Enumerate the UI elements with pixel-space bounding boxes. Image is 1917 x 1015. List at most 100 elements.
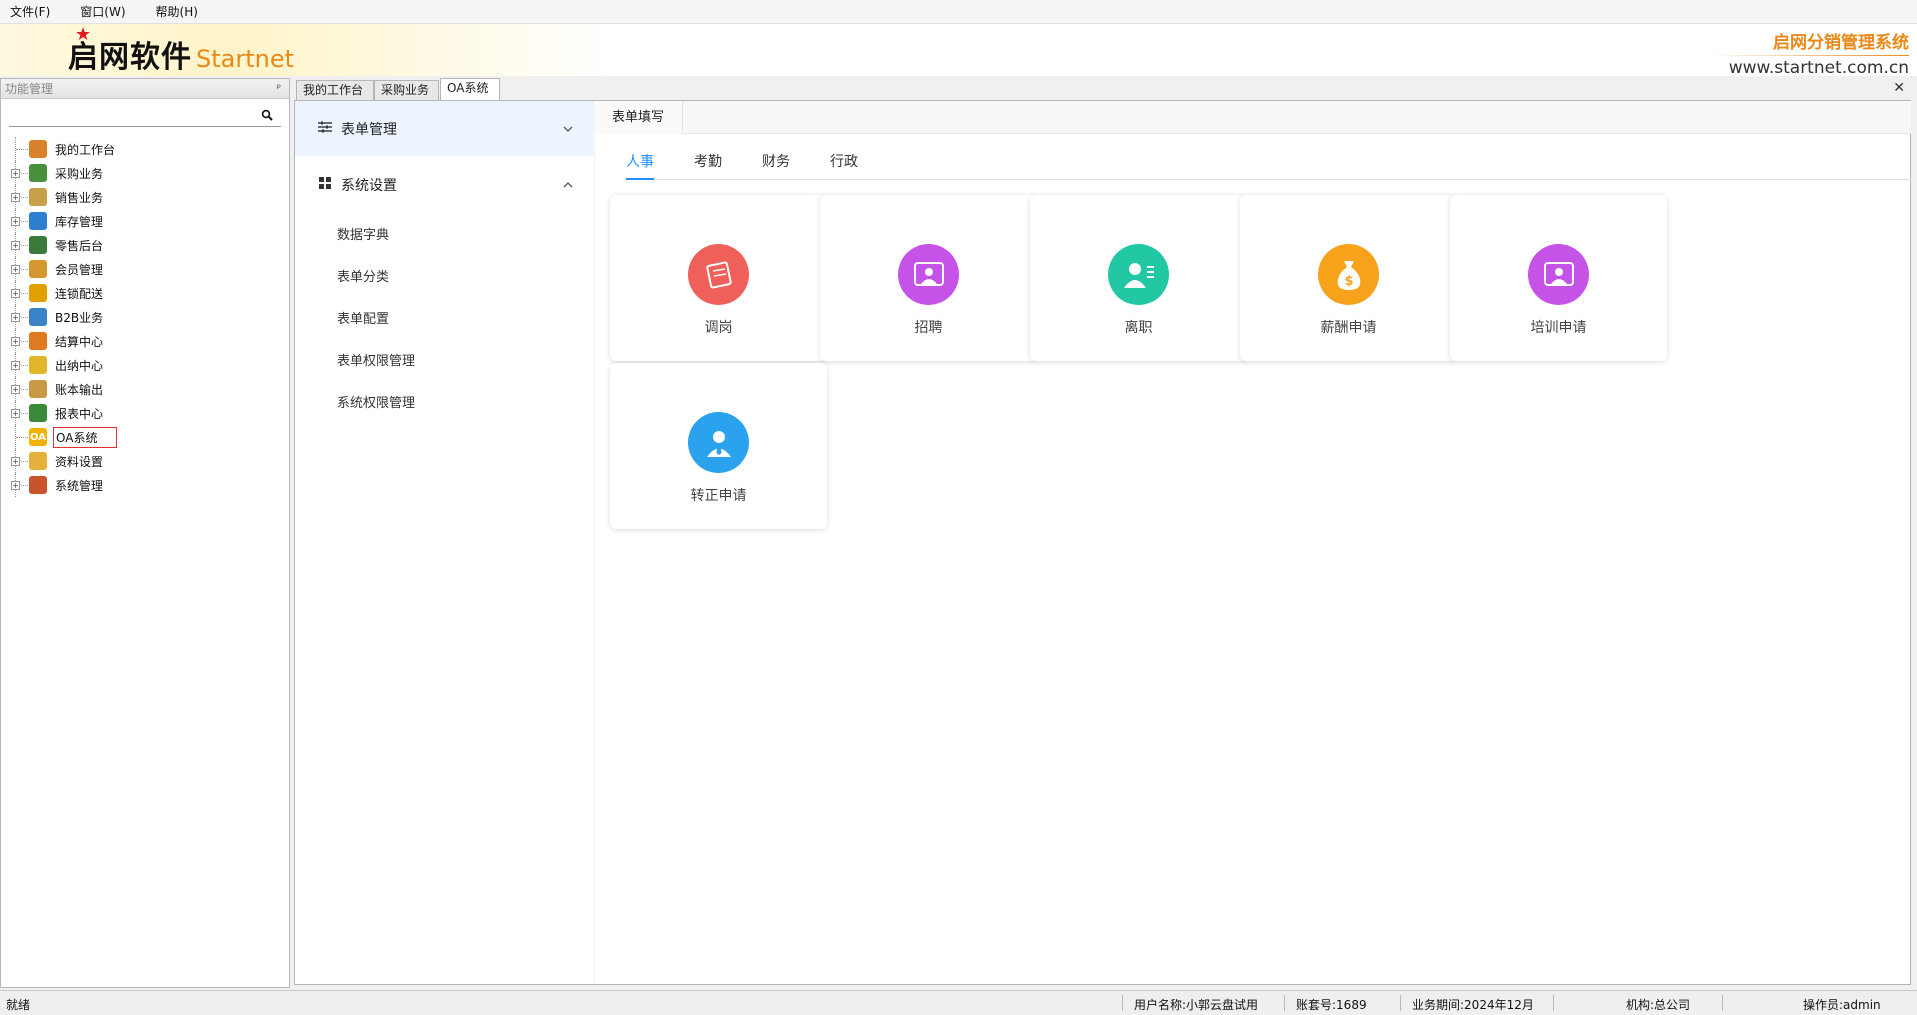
tree-guide-line [16, 437, 28, 438]
expand-icon[interactable]: + [11, 192, 20, 202]
category-admin[interactable]: 行政 [830, 151, 858, 171]
pin-icon[interactable]: ᵖ [277, 83, 281, 94]
svg-text:$: $ [1344, 274, 1353, 289]
form-card-label: 调岗 [704, 320, 733, 336]
menu-help[interactable]: 帮助(H) [156, 3, 198, 20]
tree-node[interactable]: OA OA系统 [1, 425, 289, 449]
menu-form-config[interactable]: 表单配置 [337, 308, 389, 327]
training-icon [1528, 244, 1589, 305]
tab-purchase[interactable]: 采购业务 [374, 80, 439, 100]
category-finance[interactable]: 财务 [762, 151, 790, 171]
expand-icon[interactable]: + [11, 312, 20, 322]
status-separator [1122, 995, 1123, 1011]
settlement-icon [29, 332, 47, 350]
form-card-label: 招聘 [914, 320, 943, 336]
menu-system-permission[interactable]: 系统权限管理 [337, 392, 415, 411]
regular-icon [688, 412, 749, 473]
tree-node-label: B2B业务 [55, 310, 104, 325]
transfer-icon [688, 244, 749, 305]
menu-data-dictionary[interactable]: 数据字典 [337, 224, 389, 243]
panel-tab-bar: 表单填写 [596, 101, 1911, 134]
expand-icon[interactable]: + [11, 240, 20, 250]
expand-icon[interactable]: + [11, 384, 20, 394]
menu-system-settings[interactable]: 系统设置 [295, 157, 595, 212]
tree-node-label: OA系统 [53, 426, 117, 448]
expand-icon[interactable]: + [11, 168, 20, 178]
form-card-label: 转正申请 [690, 488, 747, 504]
status-account: 账套号:1689 [1296, 998, 1367, 1012]
form-card[interactable]: 招聘 [820, 195, 1037, 361]
expand-icon[interactable]: + [11, 216, 20, 226]
expand-icon[interactable]: + [11, 360, 20, 370]
status-separator [1553, 995, 1554, 1011]
search-icon[interactable] [261, 109, 273, 124]
status-separator [1400, 995, 1401, 1011]
tree-node[interactable]: + 采购业务 [1, 161, 289, 185]
form-card[interactable]: 转正申请 [610, 363, 827, 529]
ledger-icon [29, 380, 47, 398]
tree-node[interactable]: + 结算中心 [1, 329, 289, 353]
expand-icon[interactable]: + [11, 264, 20, 274]
menu-form-category[interactable]: 表单分类 [337, 266, 389, 285]
expand-icon[interactable]: + [11, 456, 20, 466]
form-card[interactable]: 调岗 [610, 195, 827, 361]
form-card[interactable]: $ 薪酬申请 [1240, 195, 1457, 361]
tree-node[interactable]: + B2B业务 [1, 305, 289, 329]
tree-node-label: 采购业务 [55, 166, 104, 181]
status-bar: 就绪 用户名称:小郭云盘试用 账套号:1689 业务期间:2024年12月 机构… [0, 990, 1917, 1015]
function-panel-title: 功能管理 [5, 82, 54, 96]
cart-icon [29, 236, 47, 254]
expand-icon[interactable]: + [11, 336, 20, 346]
tree-node[interactable]: + 账本输出 [1, 377, 289, 401]
form-card[interactable]: 培训申请 [1450, 195, 1667, 361]
star-icon: ★ [75, 24, 92, 45]
tab-oa-system[interactable]: OA系统 [440, 78, 500, 100]
tree-node[interactable]: + 系统管理 [1, 473, 289, 497]
menu-file[interactable]: 文件(F) [10, 3, 50, 20]
close-icon[interactable]: ✕ [1893, 80, 1905, 96]
category-hr[interactable]: 人事 [626, 151, 654, 171]
tree-node[interactable]: + 连锁配送 [1, 281, 289, 305]
resign-icon [1108, 244, 1169, 305]
category-attendance[interactable]: 考勤 [694, 151, 722, 171]
function-tree: 我的工作台 + 采购业务 + 销售业务 + 库存管理 + 零售后台 + 会员管理 + 连锁配送 + B2B业… [1, 137, 289, 497]
function-panel: 功能管理 ᵖ 我的工作台 + 采购业务 + 销售业务 + 库存管理 + 零售后台 + 会员管理 + 连锁… [0, 78, 290, 988]
tree-node[interactable]: + 报表中心 [1, 401, 289, 425]
member-icon [29, 260, 47, 278]
tree-node[interactable]: + 会员管理 [1, 257, 289, 281]
status-separator [1284, 995, 1285, 1011]
status-org: 机构:总公司 [1626, 998, 1691, 1012]
form-card[interactable]: 离职 [1030, 195, 1247, 361]
tree-node-label: 账本输出 [55, 382, 104, 397]
menu-form-permission[interactable]: 表单权限管理 [337, 350, 415, 369]
category-active-indicator [626, 178, 654, 180]
b2b-icon [29, 308, 47, 326]
expand-icon[interactable]: + [11, 288, 20, 298]
tree-guide-line [16, 149, 28, 150]
menu-system-settings-label: 系统设置 [341, 177, 397, 194]
tree-node-label: 会员管理 [55, 262, 104, 277]
document-tabs: 我的工作台 采购业务 OA系统 ✕ [296, 78, 1917, 100]
tree-node-label: 系统管理 [55, 478, 104, 493]
expand-icon[interactable]: + [11, 408, 20, 418]
tree-node[interactable]: + 销售业务 [1, 185, 289, 209]
tree-node-label: 销售业务 [55, 190, 104, 205]
menu-form-management[interactable]: 表单管理 [295, 101, 595, 156]
tree-node[interactable]: + 资料设置 [1, 449, 289, 473]
tree-node[interactable]: + 零售后台 [1, 233, 289, 257]
chevron-down-icon [563, 122, 573, 135]
expand-icon[interactable]: + [11, 480, 20, 490]
tab-form-fill[interactable]: 表单填写 [596, 101, 684, 134]
menu-form-management-label: 表单管理 [341, 121, 397, 138]
menu-window[interactable]: 窗口(W) [80, 3, 125, 20]
sliders-icon [317, 121, 333, 137]
tab-workbench[interactable]: 我的工作台 [296, 80, 374, 100]
function-search[interactable] [9, 105, 281, 127]
tree-node[interactable]: + 出纳中心 [1, 353, 289, 377]
app-banner: ★ 启网软件 Startnet 启网分销管理系统 www.startnet.co… [0, 24, 1917, 78]
system-name: 启网分销管理系统 [1773, 33, 1909, 53]
inventory-icon [29, 212, 47, 230]
tree-node[interactable]: 我的工作台 [1, 137, 289, 161]
grid-icon [317, 176, 333, 193]
tree-node[interactable]: + 库存管理 [1, 209, 289, 233]
